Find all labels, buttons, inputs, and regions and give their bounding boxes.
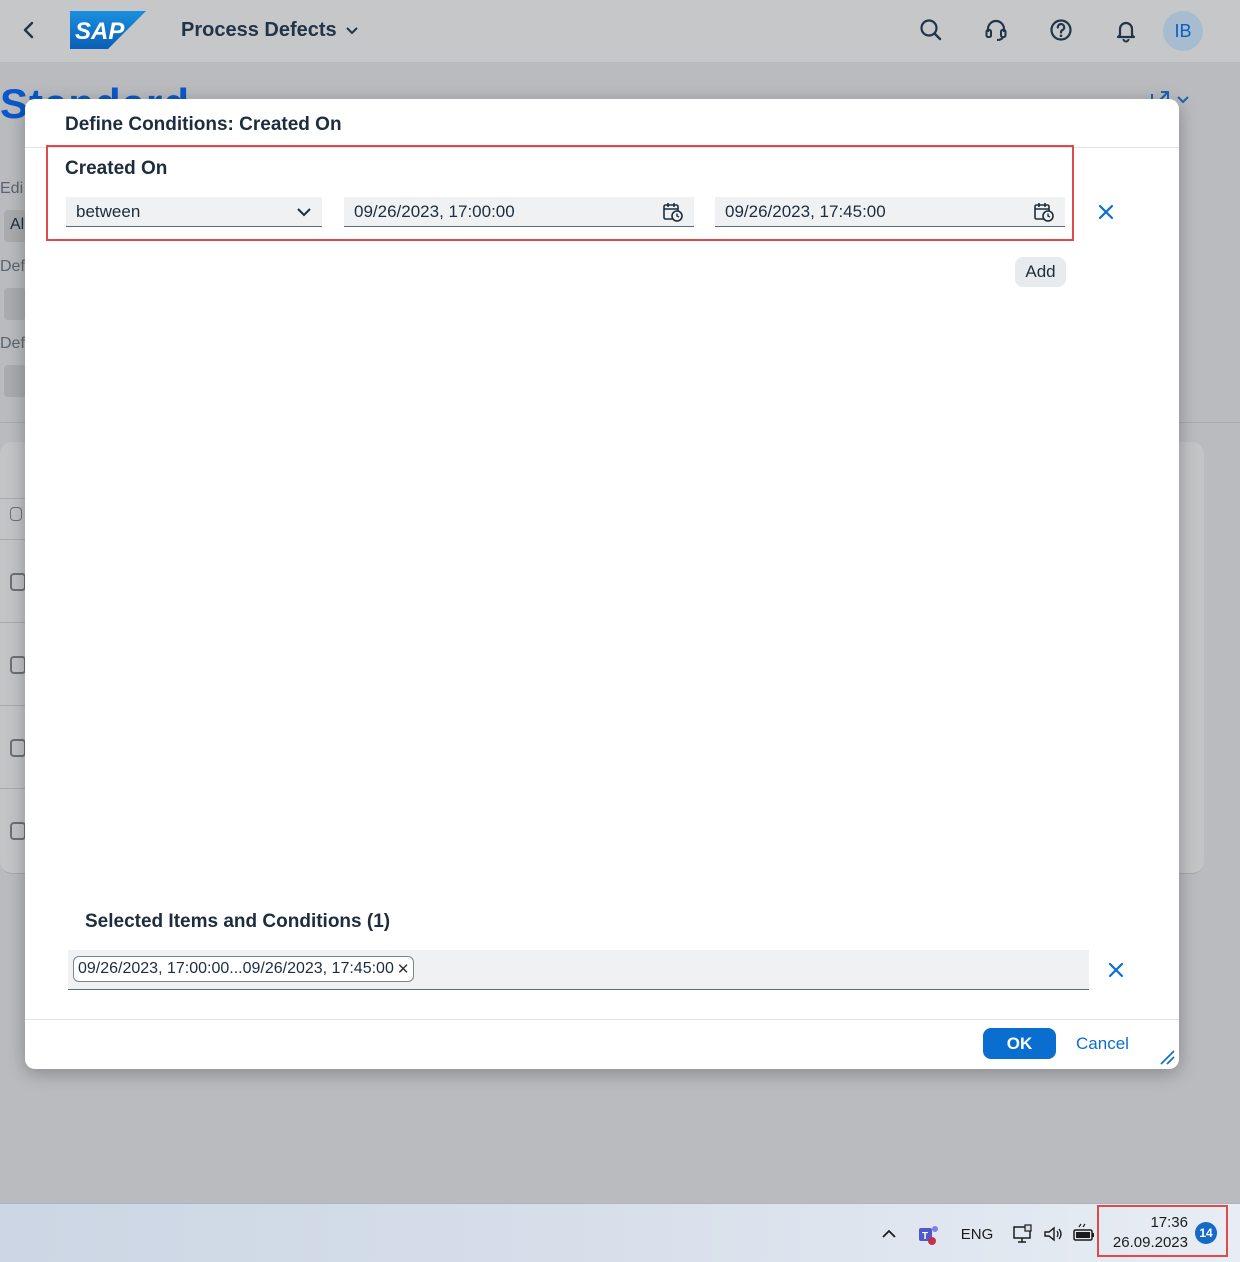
token-remove-icon[interactable]: ✕ [397, 960, 410, 978]
calendar-clock-icon[interactable] [662, 201, 684, 223]
shell-bar: SAP Process Defects IB [0, 0, 1240, 62]
chevron-down-icon [345, 26, 358, 34]
filter-label: Edi [0, 180, 24, 197]
calendar-clock-icon[interactable] [1033, 201, 1055, 223]
operator-value: between [76, 201, 141, 221]
chevron-up-icon[interactable] [880, 1222, 898, 1246]
row-checkbox[interactable] [10, 573, 26, 591]
filter-label: Def [0, 335, 25, 352]
row-checkbox[interactable] [10, 739, 26, 757]
app-title: Process Defects [181, 19, 337, 41]
table-row [0, 622, 26, 623]
language-indicator[interactable]: ENG [960, 1222, 994, 1246]
notification-badge[interactable]: 14 [1195, 1222, 1217, 1244]
condition-title: Created On [65, 158, 168, 179]
filter-value: Al [10, 216, 25, 233]
table-row [0, 705, 26, 706]
user-avatar[interactable]: IB [1163, 11, 1203, 51]
filter-field[interactable] [4, 365, 26, 397]
from-datetime-input[interactable]: 09/26/2023, 17:00:00 [344, 197, 694, 227]
volume-icon[interactable] [1042, 1222, 1064, 1246]
selected-items-title: Selected Items and Conditions (1) [85, 911, 391, 932]
filter-label: Def [0, 258, 25, 275]
to-datetime-input[interactable]: 09/26/2023, 17:45:00 [715, 197, 1065, 227]
define-conditions-dialog: Define Conditions: Created On Created On… [25, 99, 1179, 1069]
headset-icon[interactable] [982, 16, 1010, 44]
table-row [0, 498, 26, 499]
svg-text:SAP: SAP [75, 18, 125, 45]
back-arrow-icon[interactable] [18, 18, 40, 42]
token-label: 09/26/2023, 17:00:00...09/26/2023, 17:45… [78, 960, 394, 977]
select-all-checkbox[interactable] [10, 507, 22, 521]
selected-tokens-field[interactable]: 09/26/2023, 17:00:00...09/26/2023, 17:45… [68, 950, 1089, 990]
clear-all-icon[interactable] [1106, 960, 1126, 980]
cancel-button[interactable]: Cancel [1065, 1028, 1140, 1059]
table-row [0, 539, 26, 540]
clock-date: 26.09.2023 [1112, 1234, 1188, 1251]
svg-text:T: T [922, 1231, 928, 1242]
row-checkbox[interactable] [10, 656, 26, 674]
dialog-title: Define Conditions: Created On [65, 114, 342, 135]
help-icon[interactable] [1047, 16, 1075, 44]
from-datetime-value: 09/26/2023, 17:00:00 [354, 201, 515, 221]
add-condition-button[interactable]: Add [1015, 257, 1066, 287]
remove-condition-icon[interactable] [1096, 202, 1116, 222]
system-clock[interactable]: 17:36 26.09.2023 [1108, 1213, 1188, 1253]
ok-button[interactable]: OK [983, 1028, 1056, 1059]
chevron-down-icon [297, 207, 311, 216]
resize-handle-icon[interactable] [1159, 1049, 1175, 1065]
clock-time: 17:36 [1150, 1214, 1188, 1231]
search-icon[interactable] [917, 16, 945, 44]
divider [25, 1019, 1179, 1020]
app-title-menu[interactable]: Process Defects [181, 19, 359, 42]
sap-logo[interactable]: SAP [70, 11, 146, 49]
teams-icon[interactable]: T [917, 1222, 941, 1246]
filter-field[interactable] [4, 288, 26, 320]
bell-icon[interactable] [1112, 16, 1140, 44]
row-checkbox[interactable] [10, 822, 26, 840]
to-datetime-value: 09/26/2023, 17:45:00 [725, 201, 886, 221]
operator-select[interactable]: between [66, 197, 322, 227]
table-row [0, 788, 26, 789]
battery-icon[interactable] [1072, 1222, 1096, 1246]
network-icon[interactable] [1012, 1222, 1034, 1246]
taskbar: T ENG [0, 1203, 1240, 1262]
condition-token[interactable]: 09/26/2023, 17:00:00...09/26/2023, 17:45… [73, 956, 415, 982]
